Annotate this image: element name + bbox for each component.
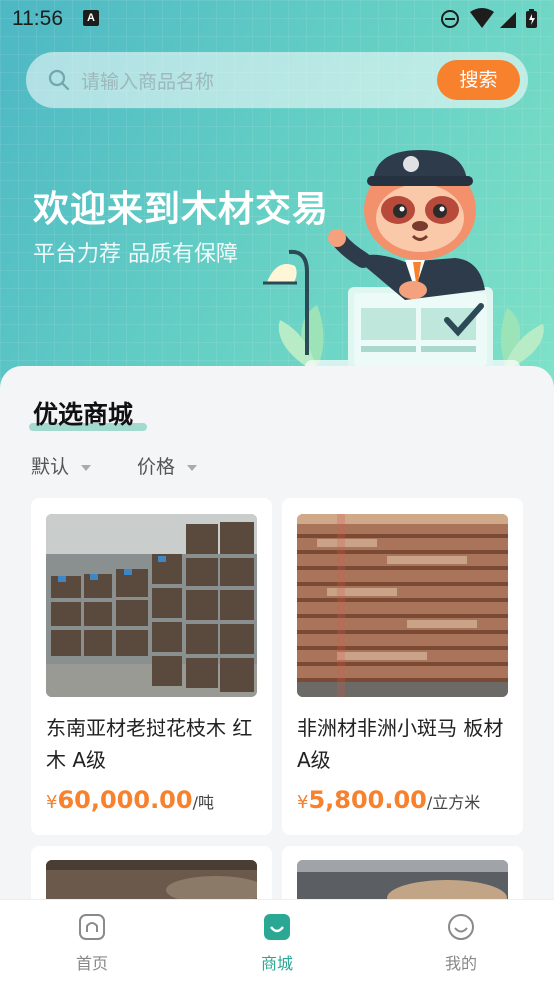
chevron-down-icon [187, 464, 198, 471]
currency-symbol: ¥ [297, 792, 309, 813]
status-bar: 11:56 A [0, 0, 554, 38]
signal-icon [500, 12, 516, 28]
dnd-icon [441, 10, 459, 28]
tab-mall-label: 商城 [260, 954, 293, 973]
hero-title: 欢迎来到木材交易 [33, 189, 330, 230]
mall-icon [264, 914, 290, 940]
tab-profile-label: 我的 [444, 954, 477, 973]
home-icon [79, 914, 105, 940]
tab-home[interactable]: 首页 [32, 900, 152, 984]
notification-icon: A [83, 10, 99, 26]
sort-default-label: 默认 [31, 456, 70, 478]
profile-icon [448, 914, 474, 940]
product-name: 非洲材非洲小斑马 板材 A级 [297, 716, 504, 772]
hero-subtitle: 平台力荐 品质有保障 [33, 242, 238, 267]
product-image [297, 514, 508, 697]
search-button[interactable]: 搜索 [437, 60, 520, 100]
status-time: 11:56 [12, 7, 63, 30]
price-value: 60,000.00 [57, 786, 193, 814]
section-title: 优选商城 [33, 400, 134, 429]
search-input[interactable]: 请输入商品名称 [81, 67, 214, 94]
product-card[interactable] [282, 846, 523, 906]
wifi-icon [470, 8, 494, 28]
battery-icon [526, 9, 537, 28]
product-image [46, 514, 257, 697]
sort-price-button[interactable]: 价格 [137, 452, 198, 479]
product-price: ¥5,800.00/立方米 [297, 786, 480, 814]
price-unit: /吨 [192, 793, 214, 812]
search-bar[interactable]: 请输入商品名称 搜索 [26, 52, 528, 108]
status-icons [441, 8, 537, 28]
currency-symbol: ¥ [46, 792, 58, 813]
bottom-tab-bar: 首页 商城 我的 [0, 899, 554, 984]
product-name: 东南亚材老挝花枝木 红木 A级 [46, 716, 253, 772]
sort-price-label: 价格 [137, 456, 176, 478]
product-price: ¥60,000.00/吨 [46, 786, 214, 814]
product-card[interactable]: 非洲材非洲小斑马 板材 A级 ¥5,800.00/立方米 [282, 498, 523, 835]
chevron-down-icon [81, 464, 92, 471]
sloth-mascot-illustration [263, 150, 544, 374]
product-card[interactable] [31, 846, 272, 906]
tab-profile[interactable]: 我的 [401, 900, 521, 984]
price-value: 5,800.00 [308, 786, 427, 814]
price-unit: /立方米 [426, 793, 481, 812]
tab-home-label: 首页 [75, 954, 108, 973]
search-icon [48, 69, 70, 91]
product-card[interactable]: 东南亚材老挝花枝木 红木 A级 ¥60,000.00/吨 [31, 498, 272, 835]
tab-mall[interactable]: 商城 [217, 900, 337, 984]
sort-default-button[interactable]: 默认 [31, 452, 92, 479]
